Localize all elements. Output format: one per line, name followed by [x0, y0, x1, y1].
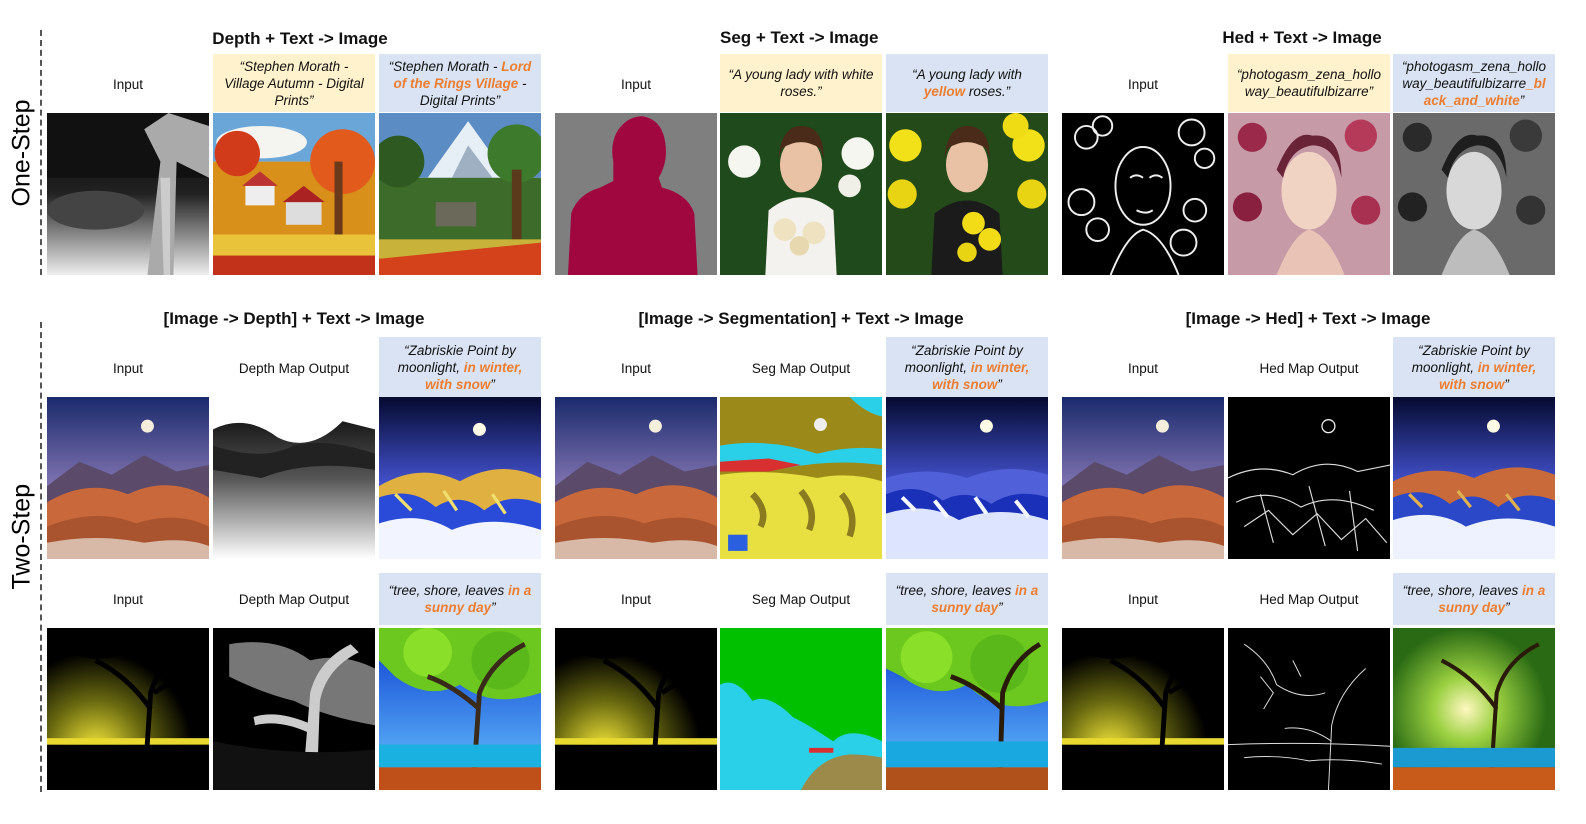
one-step-hed-input-label: Input [1127, 76, 1159, 92]
two-step-seg-title: [Image -> Segmentation] + Text -> Image [638, 309, 964, 328]
two-step-seg-input-label-1: Input [620, 360, 652, 376]
hed-input-image [1062, 113, 1224, 275]
one-step-depth-input-label: Input [112, 76, 144, 92]
depth-sunny-output-image [379, 628, 541, 790]
two-step-hed-input-label-2: Input [1127, 591, 1159, 607]
one-step-hed-prompt-a: “photogasm_zena_hollo way_beautifulbizar… [1228, 54, 1390, 112]
two-step-divider [40, 322, 42, 792]
seg-output-image-b [886, 113, 1048, 275]
seg-map-output-image-1 [720, 397, 882, 559]
depth-input-image [47, 113, 209, 275]
two-step-seg-map-label-1: Seg Map Output [751, 360, 851, 376]
two-step-depth-input-label-1: Input [112, 360, 144, 376]
two-step-depth-map-label-2: Depth Map Output [238, 591, 350, 607]
one-step-label: One-Step [7, 99, 36, 207]
two-step-seg-map-label-2: Seg Map Output [751, 591, 851, 607]
seg-map-output-image-2 [720, 628, 882, 790]
one-step-seg-title: Seg + Text -> Image [720, 28, 879, 47]
one-step-seg-prompt-a: “A young lady with white roses.” [720, 54, 882, 112]
two-step-depth-map-label-1: Depth Map Output [238, 360, 350, 376]
hed-output-image-b [1393, 113, 1555, 275]
two-step-depth-title: [Image -> Depth] + Text -> Image [163, 309, 425, 328]
one-step-depth-title: Depth + Text -> Image [212, 29, 388, 48]
two-step-hed-map-label-1: Hed Map Output [1259, 360, 1359, 376]
seg-output-image-a [720, 113, 882, 275]
hed-output-image-a [1228, 113, 1390, 275]
depth-output-image-a [213, 113, 375, 275]
one-step-seg-prompt-b: “A young lady with yellow roses.” [886, 54, 1048, 112]
two-step-hed-map-label-2: Hed Map Output [1259, 591, 1359, 607]
tree-input-image-depth [47, 628, 209, 790]
two-step-hed-prompt-2: “tree, shore, leaves in a sunny day” [1393, 573, 1555, 625]
seg-sunny-output-image [886, 628, 1048, 790]
two-step-hed-title: [Image -> Hed] + Text -> Image [1185, 309, 1431, 328]
one-step-depth-prompt-b: “Stephen Morath - Lord of the Rings Vill… [379, 54, 541, 112]
two-step-seg-prompt-1: “Zabriskie Point by moonlight, in winter… [886, 337, 1048, 397]
depth-snow-output-image [379, 397, 541, 559]
depth-output-image-b [379, 113, 541, 275]
hed-sunny-output-image [1393, 628, 1555, 790]
hed-map-output-image-2 [1228, 628, 1390, 790]
tree-input-image-hed [1062, 628, 1224, 790]
seg-input-image [555, 113, 717, 275]
hed-snow-output-image [1393, 397, 1555, 559]
two-step-hed-input-label-1: Input [1127, 360, 1159, 376]
one-step-depth-prompt-a: “Stephen Morath - Village Autumn - Digit… [213, 54, 375, 112]
two-step-label: Two-Step [7, 483, 36, 590]
depth-map-output-image-2 [213, 628, 375, 790]
one-step-hed-title: Hed + Text -> Image [1222, 28, 1382, 47]
zabriskie-input-image-hed [1062, 397, 1224, 559]
tree-input-image-seg [555, 628, 717, 790]
two-step-depth-prompt-2: “tree, shore, leaves in a sunny day” [379, 573, 541, 625]
two-step-hed-prompt-1: “Zabriskie Point by moonlight, in winter… [1393, 337, 1555, 397]
one-step-hed-prompt-b: “photogasm_zena_hollo way_beautifulbizar… [1393, 54, 1555, 112]
zabriskie-input-image-seg [555, 397, 717, 559]
two-step-depth-input-label-2: Input [112, 591, 144, 607]
zabriskie-input-image-depth [47, 397, 209, 559]
two-step-seg-input-label-2: Input [620, 591, 652, 607]
hed-map-output-image-1 [1228, 397, 1390, 559]
seg-snow-output-image [886, 397, 1048, 559]
depth-map-output-image-1 [213, 397, 375, 559]
one-step-seg-input-label: Input [620, 76, 652, 92]
two-step-seg-prompt-2: “tree, shore, leaves in a sunny day” [886, 573, 1048, 625]
one-step-divider [40, 30, 42, 275]
two-step-depth-prompt-1: “Zabriskie Point by moonlight, in winter… [379, 337, 541, 397]
